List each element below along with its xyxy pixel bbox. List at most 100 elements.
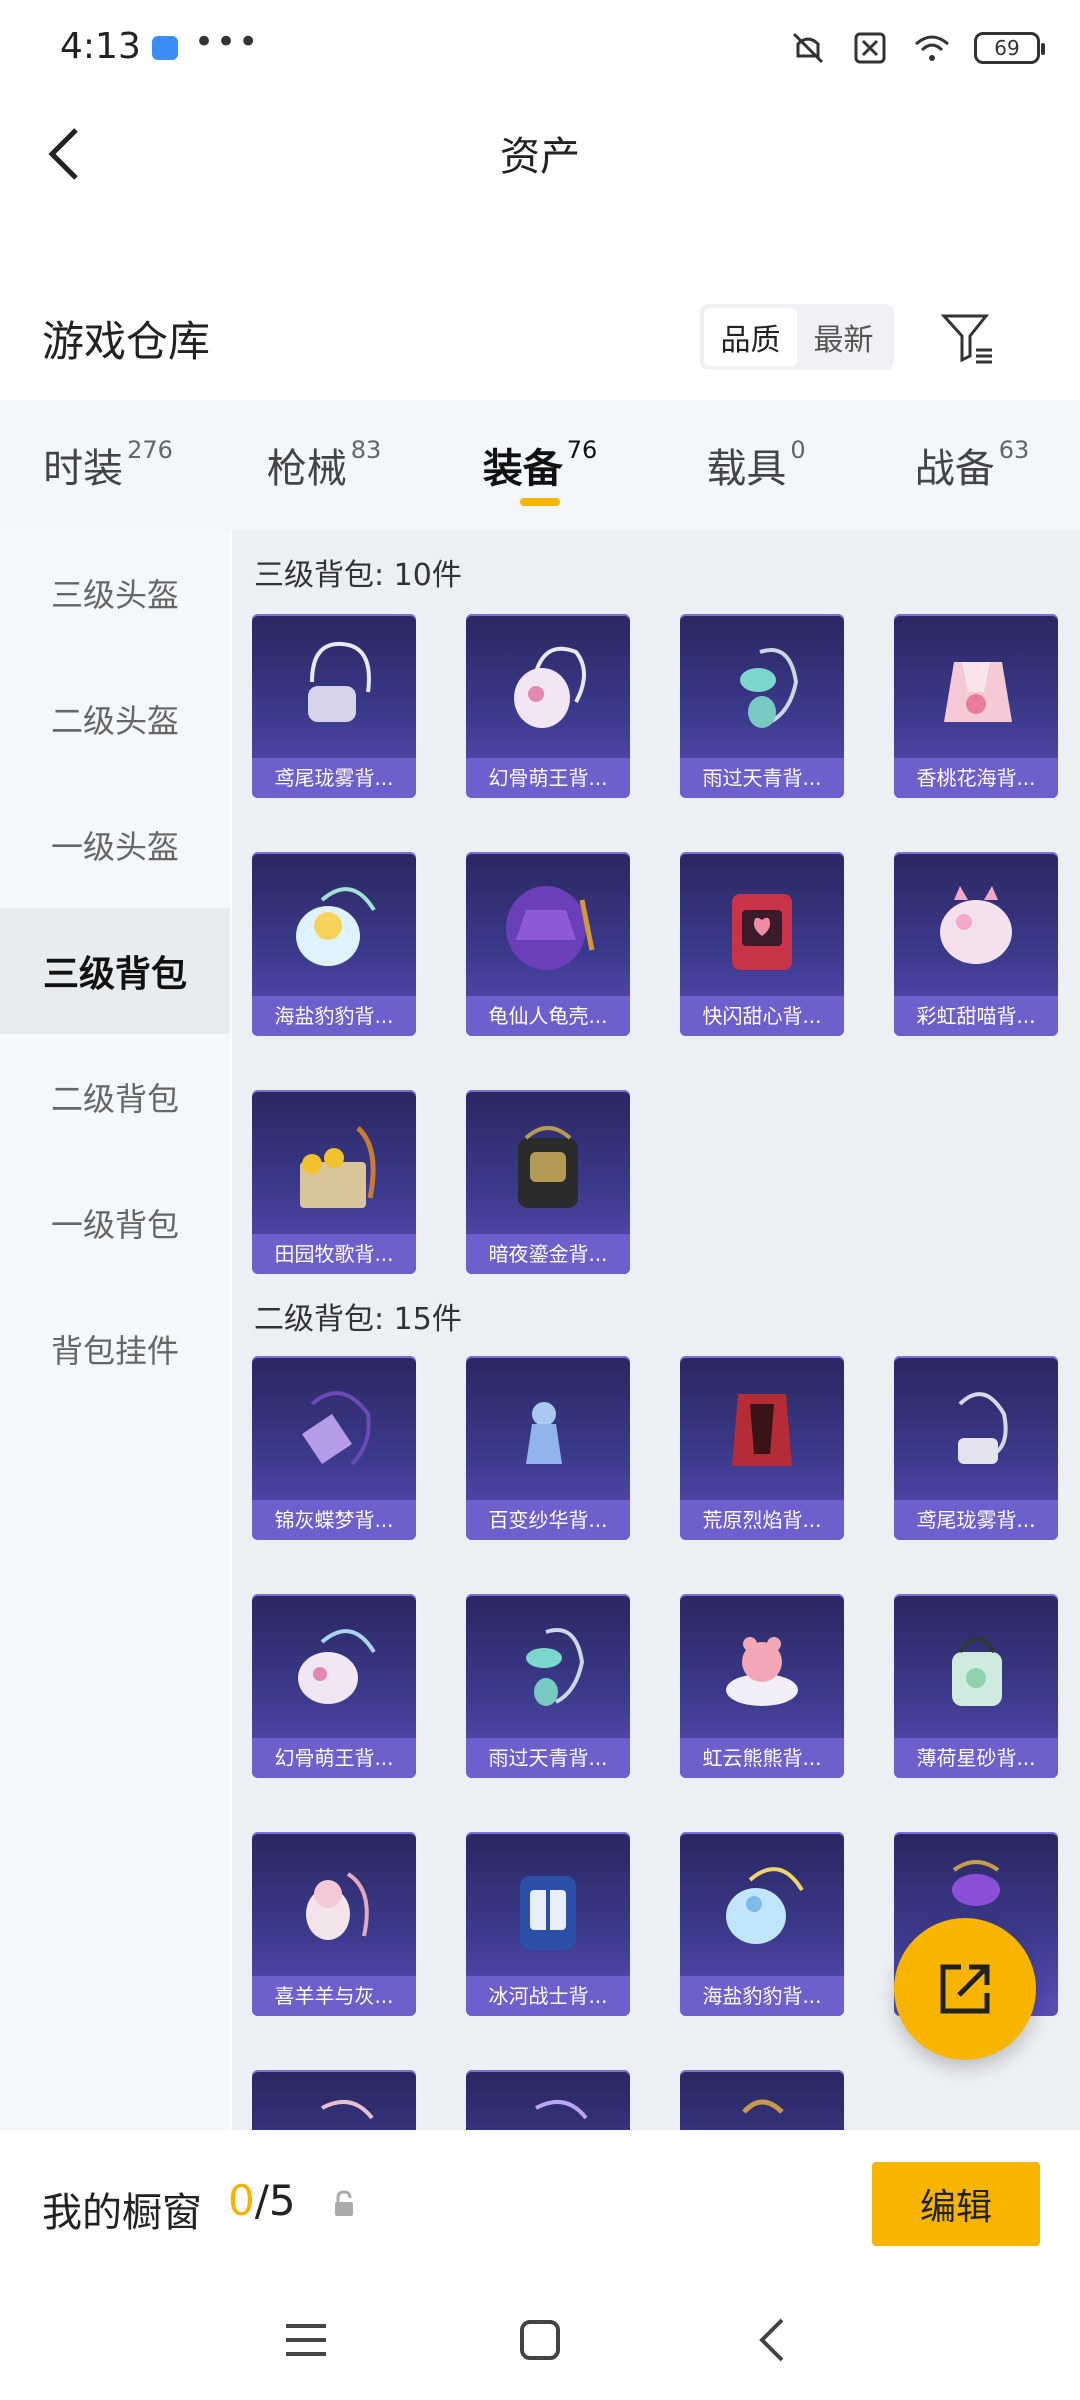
status-more-icon: ••• (194, 22, 261, 62)
item-card[interactable] (680, 2070, 844, 2130)
warehouse-title: 游戏仓库 (42, 317, 211, 366)
backpack-icon (740, 648, 799, 728)
item-label: 锦灰蝶梦背... (252, 1500, 416, 1540)
tab-fashion[interactable]: 时装 276 (0, 400, 216, 530)
showcase-count: 0/5 (228, 2176, 296, 2225)
item-label: 幻骨萌王背... (252, 1738, 416, 1778)
item-card[interactable]: 幻骨萌王背... (252, 1594, 416, 1778)
backpack-icon (321, 2099, 374, 2120)
sidebar-item-level1-helmet[interactable]: 一级头盔 (0, 782, 230, 908)
item-card[interactable]: 冰河战士背... (466, 1832, 630, 2016)
item-label: 喜羊羊与灰... (252, 1976, 416, 2016)
item-card[interactable]: 鸢尾珑雾背... (252, 614, 416, 798)
lock-icon (335, 2190, 353, 2216)
tab-vehicles[interactable]: 载具 0 (648, 400, 864, 530)
backpack-icon (732, 894, 792, 970)
item-card[interactable]: 雨过天青背... (680, 614, 844, 798)
item-card[interactable]: 喜羊羊与灰... (252, 1832, 416, 2016)
backpack-icon (308, 641, 371, 722)
sort-by-newest-button[interactable]: 最新 (797, 308, 890, 366)
item-label: 香桃花海背... (894, 758, 1058, 798)
sidebar-item-level1-backpack[interactable]: 一级背包 (0, 1160, 230, 1286)
no-sim-icon (854, 32, 886, 64)
backpack-icon (526, 1628, 585, 1706)
sidebar-item-level3-backpack[interactable]: 三级背包 (0, 908, 230, 1034)
backpack-icon (952, 1637, 1002, 1706)
item-card[interactable]: 彩虹甜喵背... (894, 852, 1058, 1036)
sidebar-item-level3-helmet[interactable]: 三级头盔 (0, 530, 230, 656)
tab-count: 83 (350, 436, 382, 464)
backpack-icon (526, 1402, 562, 1464)
showcase-label: 我的橱窗 (42, 2190, 202, 2236)
item-card[interactable]: 田园牧歌背... (252, 1090, 416, 1274)
wifi-icon (915, 35, 949, 61)
item-label: 百变纱华背... (466, 1500, 630, 1540)
page-title: 资产 (500, 134, 580, 180)
tab-supplies[interactable]: 战备 63 (864, 400, 1080, 530)
item-card[interactable] (252, 2070, 416, 2130)
item-label: 虹云熊熊背... (680, 1738, 844, 1778)
backpack-icon (944, 662, 1012, 722)
item-label: 田园牧歌背... (252, 1234, 416, 1274)
item-card[interactable]: 薄荷星砂背... (894, 1594, 1058, 1778)
item-label: 彩虹甜喵背... (894, 996, 1058, 1036)
item-card[interactable]: 海盐豹豹背... (680, 1832, 844, 2016)
backpack-icon (514, 646, 586, 728)
item-label: 龟仙人龟壳... (466, 996, 630, 1036)
item-card[interactable]: 暗夜鎏金背... (466, 1090, 630, 1274)
item-label: 鸢尾珑雾背... (894, 1500, 1058, 1540)
item-card[interactable]: 龟仙人龟壳... (466, 852, 630, 1036)
tab-weapons[interactable]: 枪械 83 (216, 400, 432, 530)
item-card[interactable]: 雨过天青背... (466, 1594, 630, 1778)
back-nav-icon[interactable] (748, 2314, 800, 2366)
backpack-icon (302, 1391, 371, 1466)
item-card[interactable]: 快闪甜心背... (680, 852, 844, 1036)
item-label: 雨过天青背... (466, 1738, 630, 1778)
tab-label: 装备 (482, 446, 563, 492)
item-label: 冰河战士背... (466, 1976, 630, 2016)
tab-equipment[interactable]: 装备 76 (432, 400, 648, 530)
backpack-icon (535, 2099, 588, 2120)
tab-count: 63 (998, 436, 1030, 464)
backpack-icon (726, 1867, 804, 1944)
tab-count: 76 (566, 436, 598, 464)
sidebar-item-level2-backpack[interactable]: 二级背包 (0, 1034, 230, 1160)
item-card[interactable]: 鸢尾珑雾背... (894, 1356, 1058, 1540)
filter-button[interactable] (938, 308, 998, 368)
tab-label: 枪械 (266, 446, 347, 492)
sort-by-quality-button[interactable]: 品质 (704, 308, 797, 366)
backpack-icon (518, 1126, 578, 1208)
item-card[interactable]: 虹云熊熊背... (680, 1594, 844, 1778)
sidebar-item-backpack-charm[interactable]: 背包挂件 (0, 1286, 230, 1412)
backpack-icon (732, 1394, 792, 1466)
backpack-icon (300, 1126, 376, 1208)
backpack-icon (506, 886, 595, 970)
item-card[interactable] (466, 2070, 630, 2130)
backpack-icon (958, 1392, 1008, 1464)
category-sidebar: 三级头盔 二级头盔 一级头盔 三级背包 二级背包 一级背包 背包挂件 (0, 530, 230, 2130)
sidebar-item-level2-helmet[interactable]: 二级头盔 (0, 656, 230, 782)
edit-button[interactable]: 编辑 (872, 2162, 1040, 2246)
home-icon[interactable] (514, 2314, 566, 2366)
item-card[interactable]: 海盐豹豹背... (252, 852, 416, 1036)
tab-label: 载具 (706, 446, 787, 492)
item-card[interactable]: 幻骨萌王背... (466, 614, 630, 798)
item-label: 薄荷星砂背... (894, 1738, 1058, 1778)
backpack-icon (726, 1637, 798, 1706)
item-card[interactable]: 荒原烈焰背... (680, 1356, 844, 1540)
item-card[interactable]: 锦灰蝶梦背... (252, 1356, 416, 1540)
filter-icon (940, 314, 992, 364)
share-fab[interactable] (894, 1918, 1036, 2060)
item-card[interactable]: 百变纱华背... (466, 1356, 630, 1540)
mute-icon (792, 32, 824, 64)
item-label: 雨过天青背... (680, 758, 844, 798)
item-card[interactable]: 香桃花海背... (894, 614, 1058, 798)
item-label: 海盐豹豹背... (680, 1976, 844, 2016)
showcase-total: /5 (254, 2176, 296, 2225)
status-icons: 69 (788, 30, 1045, 66)
status-time: 4:13 (60, 26, 141, 67)
item-label: 鸢尾珑雾背... (252, 758, 416, 798)
showcase-current: 0 (228, 2176, 255, 2225)
item-label: 快闪甜心背... (680, 996, 844, 1036)
menu-icon[interactable] (280, 2314, 332, 2366)
